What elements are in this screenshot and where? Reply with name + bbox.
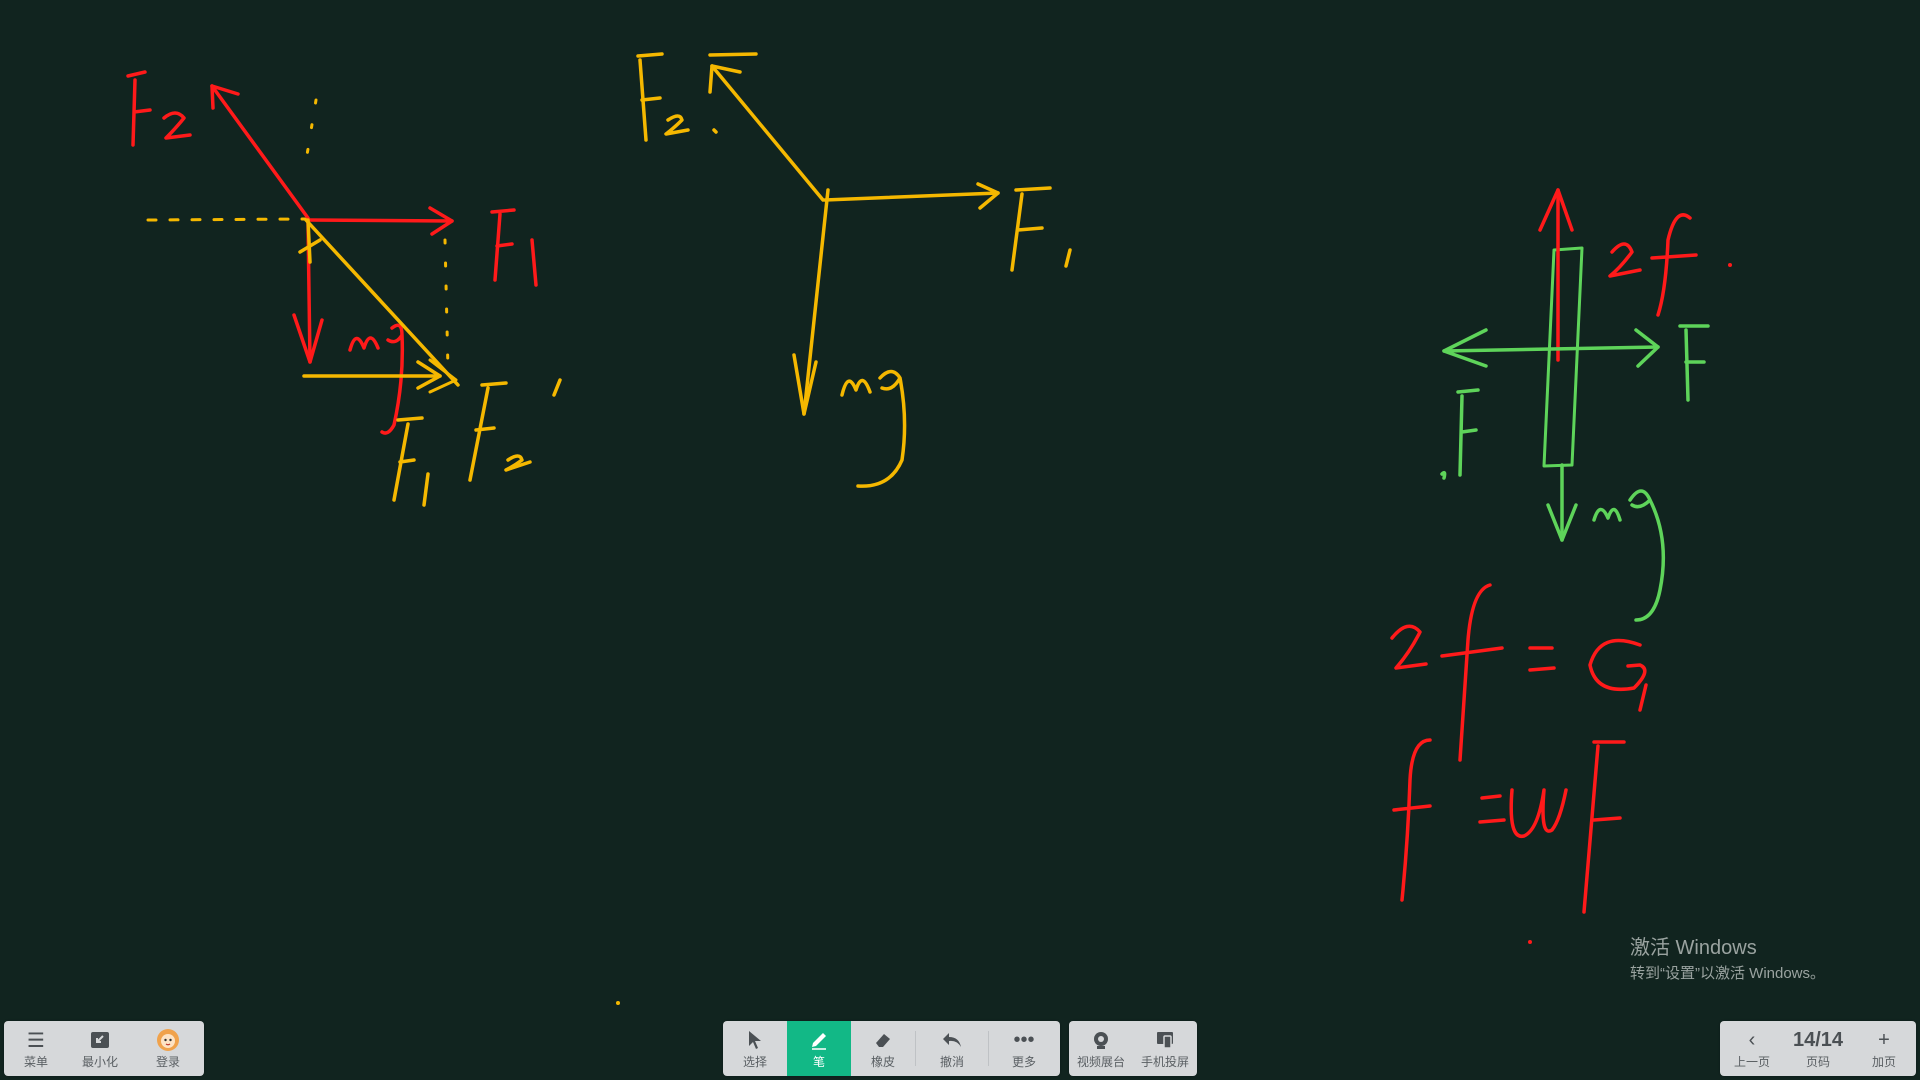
pen-icon: [809, 1028, 829, 1052]
video-booth-label: 视频展台: [1076, 1055, 1125, 1069]
diagram-force-decomposition: [126, 70, 562, 507]
cursor-icon: [747, 1028, 763, 1052]
undo-label: 撤消: [939, 1055, 964, 1069]
menu-button[interactable]: ☰ 菜单: [4, 1021, 68, 1076]
add-page-label: 加页: [1871, 1055, 1896, 1069]
eraser-tool-button[interactable]: 橡皮: [851, 1021, 915, 1076]
pen-tool-button[interactable]: 笔: [787, 1021, 851, 1076]
page-toolbar: ‹ 上一页 14/14 页码 + 加页: [1720, 1021, 1916, 1076]
center-toolbar: 选择 笔 橡皮 撤消 ••• 更多: [723, 1021, 1060, 1076]
prev-page-label: 上一页: [1733, 1055, 1770, 1069]
add-page-button[interactable]: + 加页: [1852, 1021, 1916, 1076]
minimize-icon: [90, 1028, 110, 1052]
more-icon: •••: [1013, 1028, 1035, 1051]
phone-cast-button[interactable]: 手机投屏: [1133, 1021, 1197, 1076]
login-button[interactable]: 登录: [132, 1021, 204, 1076]
watermark-title: 激活 Windows: [1630, 937, 1757, 959]
left-toolbar: ☰ 菜单 最小化 登录: [4, 1021, 204, 1076]
windows-activation-watermark: 激活 Windows 转到“设置”以激活 Windows。: [1630, 936, 1825, 984]
select-label: 选择: [742, 1055, 767, 1069]
watermark-subtitle: 转到“设置”以激活 Windows。: [1630, 965, 1826, 982]
undo-button[interactable]: 撤消: [916, 1021, 988, 1076]
phone-cast-icon: [1155, 1028, 1175, 1052]
minimize-label: 最小化: [81, 1055, 118, 1069]
camera-icon: [1091, 1028, 1111, 1052]
eraser-icon: [873, 1028, 893, 1052]
plus-icon: +: [1878, 1028, 1890, 1051]
menu-icon: ☰: [27, 1029, 45, 1052]
pen-label: 笔: [812, 1055, 825, 1069]
video-booth-button[interactable]: 视频展台: [1069, 1021, 1133, 1076]
media-toolbar: 视频展台 手机投屏: [1069, 1021, 1197, 1076]
diagram-friction-block: [1390, 188, 1710, 914]
phone-cast-label: 手机投屏: [1140, 1055, 1189, 1069]
ink-layer: [126, 52, 1732, 1005]
undo-icon: [941, 1028, 963, 1052]
whiteboard-canvas[interactable]: [0, 0, 1920, 1080]
more-button[interactable]: ••• 更多: [989, 1021, 1059, 1076]
login-label: 登录: [155, 1055, 180, 1069]
avatar-icon: [156, 1028, 180, 1052]
minimize-button[interactable]: 最小化: [68, 1021, 132, 1076]
chevron-left-icon: ‹: [1748, 1028, 1756, 1051]
select-tool-button[interactable]: 选择: [723, 1021, 787, 1076]
more-label: 更多: [1011, 1055, 1036, 1069]
eraser-label: 橡皮: [870, 1055, 895, 1069]
page-indicator: 14/14: [1792, 1028, 1844, 1051]
menu-label: 菜单: [23, 1055, 48, 1069]
diagram-three-forces: [636, 52, 1072, 488]
prev-page-button[interactable]: ‹ 上一页: [1720, 1021, 1784, 1076]
page-number-button[interactable]: 14/14 页码: [1784, 1021, 1852, 1076]
page-number-label: 页码: [1805, 1055, 1830, 1069]
